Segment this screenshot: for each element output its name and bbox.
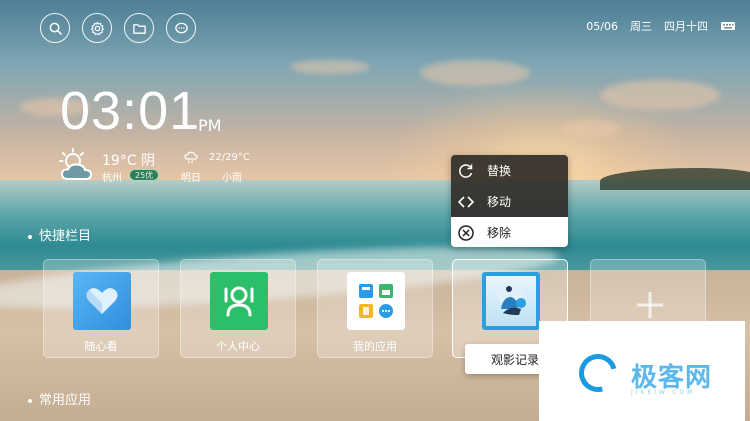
menu-item-label: 替换	[487, 164, 512, 178]
rain-icon	[184, 151, 198, 164]
tile-label: 个人中心	[216, 340, 260, 353]
section-title-common-apps: 常用应用	[28, 389, 91, 408]
menu-item-label: 移除	[487, 226, 512, 240]
close-circle-icon	[457, 224, 475, 242]
watermark-sub: JIKEIW.COM	[631, 389, 696, 396]
forecast-desc: 小雨	[222, 173, 242, 184]
menu-item-label: 移动	[487, 195, 512, 209]
user-app-icon	[210, 272, 268, 330]
menu-item-remove[interactable]: 移除	[451, 217, 568, 247]
watermark: 极客网 JIKEIW.COM	[539, 321, 745, 421]
weekday: 周三	[630, 20, 652, 33]
city-name: 杭州	[102, 173, 122, 184]
gear-icon	[90, 21, 104, 35]
heart-app-icon	[73, 272, 131, 330]
chat-bubble-icon	[174, 22, 188, 33]
cloud	[560, 120, 620, 138]
cloud	[600, 80, 720, 110]
watermark-logo	[572, 347, 624, 399]
keyboard-icon	[720, 20, 736, 32]
files-button[interactable]	[124, 13, 154, 43]
cloud	[290, 60, 370, 74]
status-bar: 05/06 周三 四月十四	[586, 18, 736, 34]
tile-my-apps[interactable]: 我的应用	[317, 259, 433, 358]
cloudy-sun-icon	[59, 148, 92, 180]
tile-label: 我的应用	[353, 340, 397, 353]
tile-label: 随心看	[84, 340, 118, 353]
apps-grid-icon	[347, 272, 405, 330]
folder-icon	[132, 23, 146, 34]
lunar-date: 四月十四	[664, 20, 708, 33]
settings-button[interactable]	[82, 13, 112, 43]
search-icon	[49, 22, 62, 35]
current-weather: 19°C 阴	[102, 153, 156, 169]
cloud	[420, 60, 530, 86]
forecast-temp: 22/29°C	[209, 152, 250, 163]
messages-button[interactable]	[166, 13, 196, 43]
clock-ampm: PM	[198, 116, 222, 135]
clock-time: 03:01	[60, 81, 201, 141]
tile-suixinkan[interactable]: 随心看	[43, 259, 159, 358]
forecast-day: 明日	[181, 173, 201, 184]
menu-item-move[interactable]: 移动	[451, 186, 568, 217]
context-menu: 替换 移动 移除	[451, 155, 568, 247]
tile-personal-center[interactable]: 个人中心	[180, 259, 296, 358]
watch-history-app-icon	[482, 272, 540, 330]
top-toolbar	[40, 13, 196, 43]
plus-icon	[637, 292, 663, 318]
section-title-shortcuts: 快捷栏目	[28, 225, 91, 244]
aqi-badge: 25优	[129, 169, 160, 181]
code-brackets-icon	[457, 193, 475, 211]
date: 05/06	[586, 19, 618, 33]
menu-item-replace[interactable]: 替换	[451, 155, 568, 186]
refresh-icon	[457, 162, 475, 180]
search-button[interactable]	[40, 13, 70, 43]
